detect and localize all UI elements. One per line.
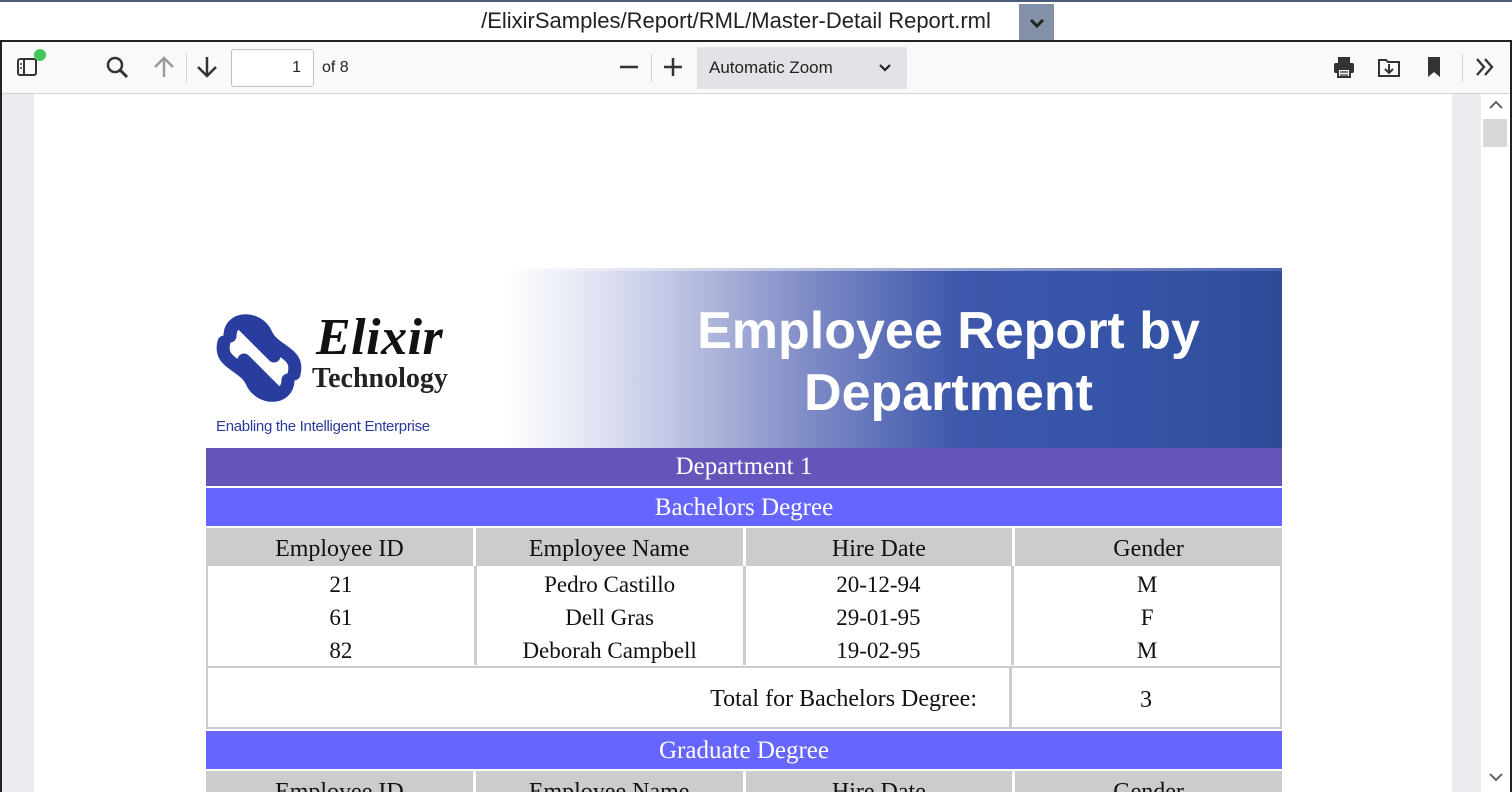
printer-icon [1334, 57, 1354, 78]
tools-menu-button[interactable] [1470, 52, 1500, 82]
pdf-viewer: of 8 Automatic Zoom [0, 40, 1512, 792]
cell-employee-name: Dell Gras [477, 599, 746, 632]
elixir-knot-logo-icon [216, 314, 302, 402]
arrow-down-icon [197, 57, 217, 78]
pdf-page: Elixir Technology Enabling the Intellige… [34, 94, 1452, 792]
column-header-employee-name: Employee Name [475, 771, 743, 792]
zoom-select[interactable]: Automatic Zoom [697, 47, 907, 89]
total-row: Total for Bachelors Degree: 3 [206, 668, 1282, 729]
cell-employee-id: 82 [208, 632, 477, 665]
find-button[interactable] [102, 52, 132, 82]
cell-hire-date: 29-01-95 [746, 599, 1015, 632]
total-value: 3 [1140, 687, 1152, 713]
column-header-employee-id: Employee ID [206, 771, 473, 792]
arrow-up-icon [154, 56, 174, 77]
column-header-hire-date: Hire Date [745, 771, 1013, 792]
company-logo: Elixir Technology Enabling the Intellige… [208, 308, 478, 438]
toolbar-separator [1462, 54, 1463, 82]
notification-dot [34, 49, 46, 61]
chevron-down-icon [1029, 18, 1044, 28]
cell-employee-name: Deborah Campbell [477, 632, 746, 665]
next-page-button[interactable] [192, 52, 222, 82]
total-label: Total for Bachelors Degree: [208, 668, 1012, 727]
viewer-toolbar: of 8 Automatic Zoom [2, 42, 1510, 94]
degree-band: Bachelors Degree [206, 488, 1282, 526]
print-button[interactable] [1329, 52, 1359, 82]
page-count-label: of 8 [322, 59, 349, 76]
document-viewport[interactable]: Elixir Technology Enabling the Intellige… [2, 94, 1510, 792]
cell-hire-date: 20-12-94 [746, 566, 1015, 599]
title-dropdown-button[interactable] [1019, 4, 1054, 41]
column-header-gender: Gender [1015, 771, 1282, 792]
search-icon [106, 56, 129, 79]
cell-hire-date: 19-02-95 [746, 632, 1015, 665]
window-title: /ElixirSamples/Report/RML/Master-Detail … [0, 8, 1512, 34]
logo-wordmark: Elixir [316, 309, 444, 366]
report-title: Employee Report by Department [697, 302, 1200, 422]
page-number-input[interactable] [231, 49, 314, 87]
window-title-text: /ElixirSamples/Report/RML/Master-Detail … [481, 8, 991, 33]
column-header-hire-date: Hire Date [745, 528, 1013, 566]
window-titlebar: /ElixirSamples/Report/RML/Master-Detail … [0, 0, 1512, 41]
logo-subtitle: Technology [312, 363, 448, 394]
chevron-down-icon [879, 64, 891, 72]
employee-table-body: 21 Pedro Castillo 20-12-94 M 61 Dell Gra… [206, 566, 1282, 668]
double-chevron-right-icon [1476, 58, 1494, 76]
table-row: 61 Dell Gras 29-01-95 F [208, 599, 1280, 632]
table-header-row: Employee ID Employee Name Hire Date Gend… [206, 528, 1282, 566]
column-header-employee-id: Employee ID [206, 528, 473, 566]
table-row: 21 Pedro Castillo 20-12-94 M [208, 566, 1280, 599]
report-header-banner: Elixir Technology Enabling the Intellige… [206, 268, 1282, 448]
banner-top-line [506, 268, 1282, 271]
cell-gender: M [1136, 638, 1158, 663]
cell-employee-id: 21 [208, 566, 477, 599]
cell-gender: M [1136, 572, 1158, 597]
zoom-out-button[interactable] [614, 52, 644, 82]
minus-icon [620, 65, 638, 69]
bookmark-button[interactable] [1419, 52, 1449, 82]
column-header-employee-name: Employee Name [475, 528, 743, 566]
zoom-in-button[interactable] [658, 52, 688, 82]
degree-band: Graduate Degree [206, 731, 1282, 769]
bookmark-icon [1428, 57, 1440, 77]
toolbar-separator [186, 54, 187, 82]
table-row: 82 Deborah Campbell 19-02-95 M [208, 632, 1280, 665]
logo-tagline: Enabling the Intelligent Enterprise [216, 418, 430, 435]
table-header-row: Employee ID Employee Name Hire Date Gend… [206, 771, 1282, 792]
download-icon [1378, 59, 1400, 77]
column-header-gender: Gender [1015, 528, 1282, 566]
scroll-down-icon[interactable] [1488, 770, 1504, 784]
scroll-up-icon[interactable] [1488, 98, 1504, 112]
previous-page-button[interactable] [149, 52, 179, 82]
cell-gender: F [1140, 605, 1154, 630]
scrollbar-thumb[interactable] [1483, 119, 1507, 147]
department-band: Department 1 [206, 448, 1282, 486]
plus-icon [664, 58, 682, 76]
toolbar-separator [651, 54, 652, 82]
zoom-select-value: Automatic Zoom [709, 58, 833, 77]
download-button[interactable] [1374, 52, 1404, 82]
cell-employee-name: Pedro Castillo [477, 566, 746, 599]
cell-employee-id: 61 [208, 599, 477, 632]
vertical-scrollbar[interactable] [1481, 94, 1510, 792]
